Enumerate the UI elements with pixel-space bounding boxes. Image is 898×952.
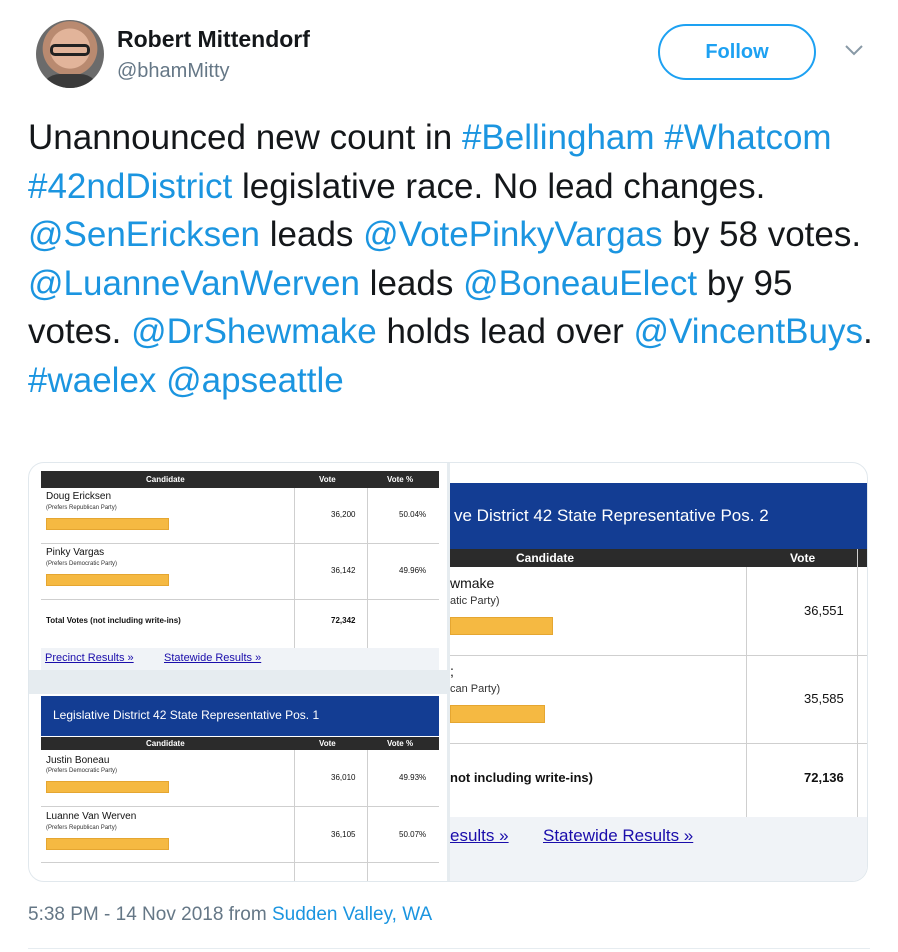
media-right-panel: ve District 42 State Representative Pos.…: [450, 463, 867, 881]
tweet-meta: 5:38 PM - 14 Nov 2018 from Sudden Valley…: [28, 904, 432, 926]
hashtag-link[interactable]: #Whatcom: [664, 118, 831, 157]
follow-button[interactable]: Follow: [658, 24, 816, 80]
tweet-text-segment: [156, 361, 166, 400]
header-vote: Vote: [790, 551, 816, 565]
tweet-text-segment: Unannounced new count in: [28, 118, 462, 157]
candidate-party: atic Party): [450, 595, 500, 607]
statewide-results-link[interactable]: Statewide Results »: [543, 826, 693, 846]
tweet-text-segment: [655, 118, 665, 157]
tweet-text-segment: legislative race. No lead changes.: [232, 166, 766, 206]
avatar-glasses: [50, 44, 90, 56]
tweet-header: Robert Mittendorf @bhamMitty Follow: [26, 18, 872, 98]
vote-count: 36,105: [331, 830, 356, 839]
author-name[interactable]: Robert Mittendorf: [117, 26, 310, 53]
tweet-text-segment: holds lead over: [376, 312, 634, 351]
vote-bar: [46, 574, 169, 586]
table-header-top: Candidate Vote Vote %: [41, 471, 439, 488]
candidate-party: (Prefers Republican Party): [46, 505, 117, 511]
vote-count: 36,010: [331, 773, 356, 782]
table-header: Candidate Vote: [450, 549, 867, 567]
candidate-name: Luanne Van Werven: [46, 811, 137, 822]
vote-pct: 50.04%: [399, 510, 427, 519]
header-vote: Vote: [319, 475, 336, 484]
divider: [28, 948, 870, 949]
total-votes: 72,342: [331, 616, 356, 625]
vote-pct: 49.93%: [399, 773, 427, 782]
statewide-results-link[interactable]: Statewide Results »: [164, 652, 261, 664]
mention-link[interactable]: @BoneauElect: [463, 264, 697, 303]
precinct-results-link[interactable]: Precinct Results »: [45, 652, 134, 664]
divider: [41, 862, 439, 863]
vote-count: 35,585: [804, 691, 844, 706]
candidate-name: Pinky Vargas: [46, 547, 105, 558]
table-header-bottom: Candidate Vote Vote %: [41, 737, 439, 750]
candidate-name: Justin Boneau: [46, 755, 110, 766]
mention-link[interactable]: @SenEricksen: [28, 215, 260, 254]
total-label: Total Votes (not including write-ins): [46, 616, 181, 625]
header-vote-pct: Vote %: [387, 475, 414, 484]
precinct-results-link[interactable]: esults »: [450, 826, 509, 846]
candidate-party: (Prefers Republican Party): [46, 825, 117, 831]
divider: [450, 655, 867, 656]
vote-bar: [46, 838, 169, 850]
panel-gap: [29, 670, 447, 694]
tweet-text-segment: leads: [260, 215, 364, 254]
vote-pct: 50.07%: [399, 830, 427, 839]
divider: [41, 543, 439, 544]
header-vote: Vote: [319, 739, 336, 748]
mention-link[interactable]: @LuanneVanWerven: [28, 264, 360, 303]
avatar-shirt: [40, 74, 100, 88]
avatar[interactable]: [36, 20, 104, 88]
candidate-party: can Party): [450, 683, 501, 695]
tweet-timestamp[interactable]: 5:38 PM - 14 Nov 2018 from: [28, 904, 272, 925]
vote-bar: [450, 705, 545, 723]
hashtag-link[interactable]: #42ndDistrict: [28, 167, 232, 206]
header-vote-pct: Vote %: [387, 739, 414, 748]
vote-bar: [46, 781, 169, 793]
media-left-panel: Candidate Vote Vote % Doug Ericksen (Pre…: [29, 463, 447, 881]
divider: [450, 743, 867, 744]
candidate-party: (Prefers Democratic Party): [46, 768, 118, 774]
mention-link[interactable]: @DrShewmake: [131, 312, 377, 351]
candidate-name: Doug Ericksen: [46, 491, 112, 502]
mention-link[interactable]: @VotePinkyVargas: [363, 215, 662, 254]
author-handle[interactable]: @bhamMitty: [117, 60, 230, 83]
header-candidate: Candidate: [146, 739, 185, 748]
header-candidate: Candidate: [146, 475, 185, 484]
divider: [857, 549, 858, 847]
candidate-name: ;: [450, 663, 454, 679]
hashtag-link[interactable]: #waelex: [28, 361, 156, 400]
vote-bar: [46, 518, 169, 530]
mention-link[interactable]: @VincentBuys: [634, 312, 863, 351]
tweet-text-segment: by 58 votes.: [662, 215, 862, 254]
divider: [41, 599, 439, 600]
race-title: ve District 42 State Representative Pos.…: [454, 506, 769, 525]
divider: [367, 488, 368, 648]
total-label: not including write-ins): [450, 770, 593, 785]
total-votes: 72,136: [804, 770, 844, 785]
tweet-text: Unannounced new count in #Bellingham #Wh…: [28, 114, 878, 405]
divider: [41, 806, 439, 807]
vote-count: 36,200: [331, 510, 356, 519]
mention-link[interactable]: @apseattle: [166, 361, 344, 400]
divider: [294, 488, 295, 648]
race-title: Legislative District 42 State Representa…: [53, 708, 320, 722]
vote-count: 36,142: [331, 566, 356, 575]
race-title-bar: ve District 42 State Representative Pos.…: [450, 483, 867, 549]
candidate-name: wmake: [450, 575, 495, 591]
candidate-party: (Prefers Democratic Party): [46, 561, 118, 567]
divider: [746, 567, 747, 847]
hashtag-link[interactable]: #Bellingham: [462, 118, 655, 157]
tweet-media[interactable]: Candidate Vote Vote % Doug Ericksen (Pre…: [28, 462, 868, 882]
vote-count: 36,551: [804, 603, 844, 618]
header-candidate: Candidate: [516, 551, 575, 565]
tweet-text-segment: leads: [359, 263, 464, 303]
race-title-bar: Legislative District 42 State Representa…: [41, 696, 439, 736]
tweet-text-segment: .: [863, 312, 873, 351]
vote-bar: [450, 617, 553, 635]
vote-pct: 49.96%: [399, 566, 427, 575]
chevron-down-icon[interactable]: [842, 40, 866, 60]
tweet-location[interactable]: Sudden Valley, WA: [272, 904, 432, 925]
